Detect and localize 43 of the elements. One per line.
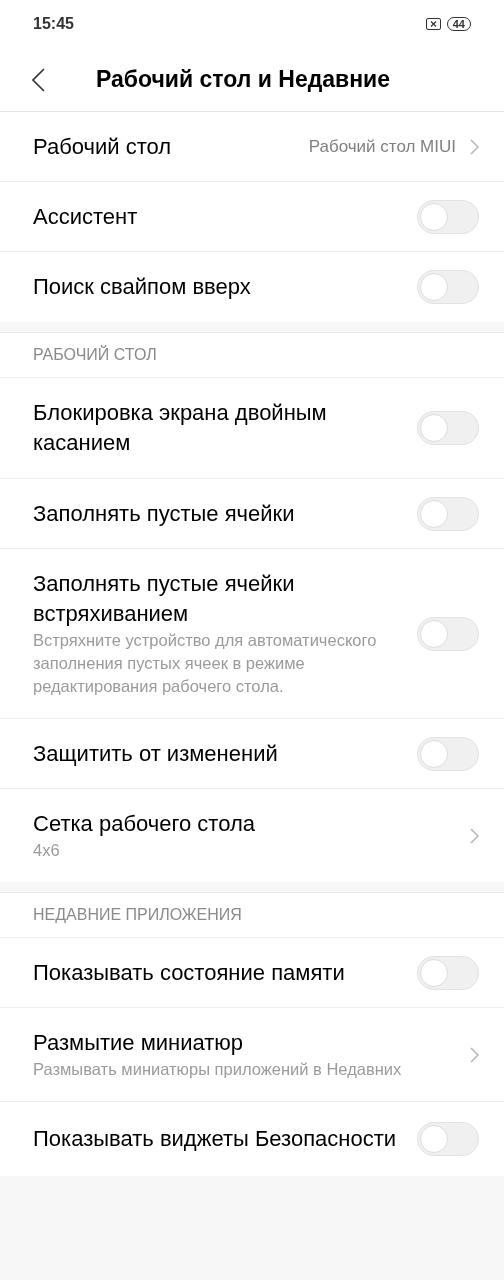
setting-title: Показывать состояние памяти <box>33 958 346 987</box>
toggle-switch[interactable] <box>417 736 479 771</box>
no-sim-icon <box>425 18 441 30</box>
setting-title: Размытие миниатюр <box>33 1029 245 1057</box>
setting-title: Показывать виджеты Безопасности <box>33 1125 398 1153</box>
settings-row[interactable]: Заполнять пустые ячейки встряхиванием Встряхните устройство для автоматического заполнения пустых ячеек в режиме редактирования рабочего стола. <box>0 549 504 719</box>
settings-row[interactable]: Блокировка экрана двойным касанием <box>0 378 504 479</box>
setting-title: Рабочий стол <box>33 132 173 161</box>
back-icon <box>32 67 45 92</box>
chevron-right-icon <box>470 1046 479 1063</box>
toggle-switch[interactable] <box>417 496 479 531</box>
setting-value: Рабочий стол MIUI <box>308 135 456 158</box>
page-title: Рабочий стол и Недавние <box>96 65 391 95</box>
settings-row[interactable]: Размытие миниатюр Размывать миниатюры приложений в Недавних <box>0 1008 504 1102</box>
setting-description: Размывать миниатюры приложений в Недавних <box>33 1059 403 1080</box>
settings-row[interactable]: Рабочий стол Рабочий стол MIUI <box>0 112 504 182</box>
toggle-switch[interactable] <box>417 411 479 445</box>
toggle-switch[interactable] <box>417 1122 479 1156</box>
toggle-switch[interactable] <box>417 270 479 304</box>
chevron-right-icon <box>470 138 479 155</box>
setting-title: Поиск свайпом вверх <box>33 273 252 301</box>
settings-row[interactable]: Поиск свайпом вверх <box>0 252 504 322</box>
section-header: НЕДАВНИЕ ПРИЛОЖЕНИЯ <box>33 905 242 925</box>
setting-title: Сетка рабочего стола <box>33 810 256 838</box>
setting-title: Заполнять пустые ячейки <box>33 499 296 528</box>
settings-row[interactable]: Показывать виджеты Безопасности <box>0 1102 504 1176</box>
settings-row[interactable]: Ассистент <box>0 182 504 252</box>
section-header: РАБОЧИЙ СТОЛ <box>33 344 157 365</box>
settings-row[interactable]: Защитить от изменений <box>0 719 504 789</box>
chevron-right-icon <box>470 827 479 844</box>
setting-title: Защитить от изменений <box>33 739 279 768</box>
setting-title: Блокировка экрана двойным касанием <box>33 399 328 457</box>
setting-title: Ассистент <box>33 202 139 231</box>
settings-row[interactable]: Заполнять пустые ячейки <box>0 479 504 549</box>
toggle-switch[interactable] <box>417 199 479 234</box>
setting-description: 4x6 <box>33 840 61 861</box>
settings-row[interactable]: Сетка рабочего стола 4x6 <box>0 789 504 882</box>
settings-row[interactable]: Показывать состояние памяти <box>0 938 504 1008</box>
toggle-switch[interactable] <box>417 955 479 990</box>
setting-title: Заполнять пустые ячейки встряхиванием <box>33 570 296 628</box>
status-time: 15:45 <box>33 14 74 34</box>
setting-description: Встряхните устройство для автоматического заполнения пустых ячеек в режиме редактирования рабочего стола. <box>33 630 378 697</box>
toggle-switch[interactable] <box>417 616 479 651</box>
